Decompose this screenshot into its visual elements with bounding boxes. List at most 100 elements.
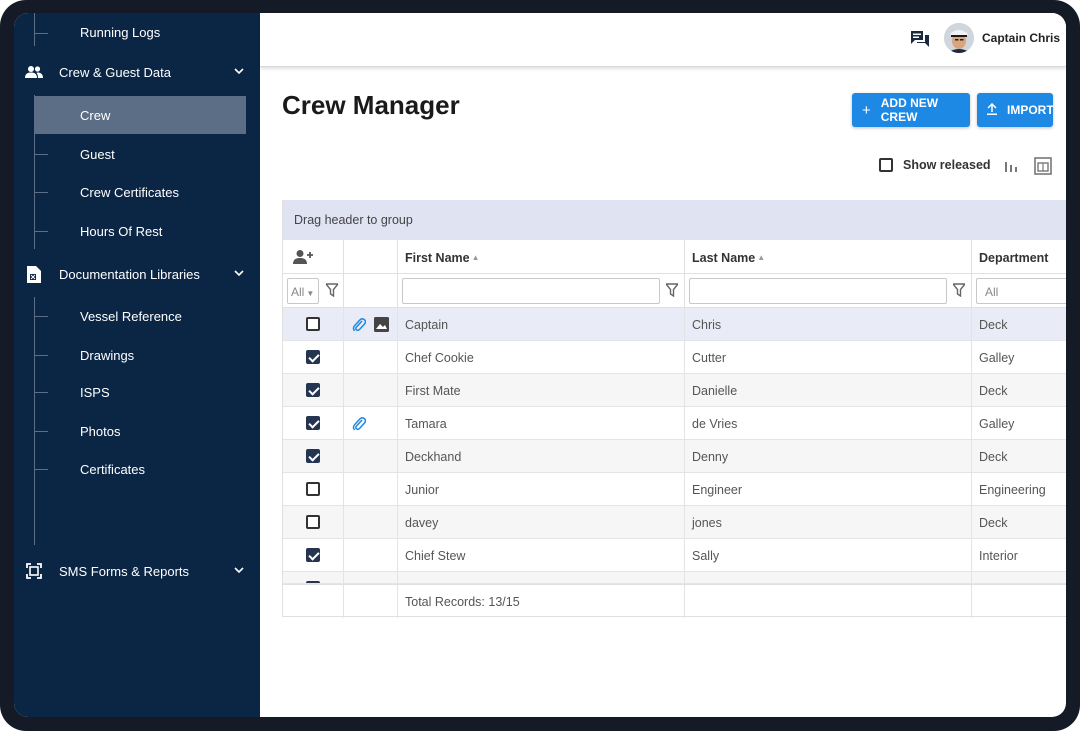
table-row[interactable] xyxy=(283,572,1066,584)
table-row[interactable]: Junior Engineer Engineering xyxy=(283,473,1066,506)
chevron-down-icon[interactable] xyxy=(234,268,244,280)
sidebar-section-documentation-libraries[interactable]: Documentation Libraries xyxy=(14,255,260,293)
chat-icon[interactable] xyxy=(910,29,930,49)
header-attachments-column xyxy=(344,240,398,274)
import-label: IMPORT xyxy=(1007,103,1054,117)
filter-icon[interactable] xyxy=(666,283,678,297)
all-filter-select[interactable]: All ▼ xyxy=(287,278,319,304)
row-checkbox[interactable] xyxy=(306,416,320,430)
sidebar-item-label: Hours Of Rest xyxy=(80,223,163,239)
sidebar-item-label: ISPS xyxy=(80,384,110,400)
row-checkbox[interactable] xyxy=(306,449,320,463)
layout-icon[interactable] xyxy=(1034,157,1052,175)
add-new-crew-button[interactable]: + ADD NEW CREW xyxy=(852,93,970,127)
row-checkbox[interactable] xyxy=(306,317,320,331)
filter-select-column: All ▼ xyxy=(283,274,344,308)
people-icon xyxy=(25,63,43,81)
first-name-cell: Chef Cookie xyxy=(398,341,685,374)
sidebar-item-crew[interactable]: Crew xyxy=(34,96,246,134)
sidebar-section-label: Documentation Libraries xyxy=(59,266,200,282)
row-checkbox[interactable] xyxy=(306,548,320,562)
upload-icon xyxy=(987,102,997,119)
row-checkbox[interactable] xyxy=(306,350,320,364)
sidebar-item-photos[interactable]: Photos xyxy=(14,412,260,450)
last-name-cell: Engineer xyxy=(685,473,972,506)
department-filter-input[interactable]: All xyxy=(976,278,1066,304)
sidebar-section-label: SMS Forms & Reports xyxy=(59,563,190,579)
row-checkbox[interactable] xyxy=(306,383,320,397)
sidebar-item-hours-of-rest[interactable]: Hours Of Rest xyxy=(14,212,260,250)
last-name-cell: Chris xyxy=(685,308,972,341)
sidebar-section-label: Crew & Guest Data xyxy=(59,64,171,80)
add-person-icon[interactable] xyxy=(293,249,314,268)
sidebar-item-guest[interactable]: Guest xyxy=(14,135,260,173)
last-name-cell: Sally xyxy=(685,539,972,572)
group-drop-area[interactable]: Drag header to group xyxy=(283,200,1066,240)
row-checkbox[interactable] xyxy=(306,515,320,529)
filter-attachments-column xyxy=(344,274,398,308)
paperclip-icon[interactable] xyxy=(352,317,366,333)
paperclip-icon[interactable] xyxy=(352,416,366,432)
sidebar-item-label: Photos xyxy=(80,423,121,439)
last-name-cell: jones xyxy=(685,506,972,539)
header-last-name-label: Last Name xyxy=(692,251,756,265)
sidebar-item-isps[interactable]: ISPS xyxy=(14,373,260,411)
table-row[interactable]: Deckhand Denny Deck xyxy=(283,440,1066,473)
sidebar-item-label: Running Logs xyxy=(80,24,161,40)
add-new-crew-label: ADD NEW CREW xyxy=(880,96,939,124)
sidebar-item-drawings[interactable]: Drawings xyxy=(14,336,260,374)
sidebar-item-label: Crew Certificates xyxy=(80,184,179,200)
table-row[interactable]: Captain Chris Deck xyxy=(283,308,1066,341)
last-name-cell: Cutter xyxy=(685,341,972,374)
scan-icon xyxy=(25,562,43,580)
show-released-checkbox[interactable] xyxy=(879,158,893,172)
chevron-down-icon: ▼ xyxy=(306,289,315,298)
first-name-cell: Tamara xyxy=(398,407,685,440)
table-row[interactable]: davey jones Deck xyxy=(283,506,1066,539)
row-checkbox[interactable] xyxy=(306,482,320,496)
department-filter-placeholder: All xyxy=(985,285,999,299)
last-name-filter-input[interactable] xyxy=(689,278,947,304)
table-row[interactable]: Chief Stew Sally Interior xyxy=(283,539,1066,572)
show-released-toggle[interactable]: Show released xyxy=(879,158,991,172)
sidebar-item-label: Vessel Reference xyxy=(80,308,182,324)
header-department[interactable]: Department xyxy=(972,240,1066,274)
first-name-cell: davey xyxy=(398,506,685,539)
bar-chart-icon[interactable] xyxy=(1002,157,1020,175)
department-cell: Interior xyxy=(979,549,1018,563)
sidebar-section-sms-forms-reports[interactable]: SMS Forms & Reports xyxy=(14,552,260,590)
total-records: Total Records: 13/15 xyxy=(398,585,685,618)
last-name-cell: Denny xyxy=(685,440,972,473)
table-row[interactable]: Chef Cookie Cutter Galley xyxy=(283,341,1066,374)
header-last-name[interactable]: Last Name ▲ xyxy=(685,240,972,274)
sidebar-item-crew-certificates[interactable]: Crew Certificates xyxy=(14,173,260,211)
image-icon[interactable] xyxy=(374,317,389,332)
table-row[interactable]: Tamara de Vries Galley xyxy=(283,407,1066,440)
user-name[interactable]: Captain Chris xyxy=(982,31,1060,45)
header-select-column[interactable] xyxy=(283,240,344,274)
grid-footer: Total Records: 13/15 xyxy=(283,584,1066,618)
sidebar-item-label: Certificates xyxy=(80,461,146,477)
table-row[interactable]: First Mate Danielle Deck xyxy=(283,374,1066,407)
first-name-cell: Chief Stew xyxy=(398,539,685,572)
sidebar-section-crew-guest-data[interactable]: Crew & Guest Data xyxy=(14,53,260,91)
page-title: Crew Manager xyxy=(282,90,460,120)
sort-icon[interactable]: ▲ xyxy=(472,253,480,262)
first-name-cell: Junior xyxy=(398,473,685,506)
sort-icon[interactable]: ▲ xyxy=(757,253,765,262)
import-button[interactable]: IMPORT xyxy=(977,93,1054,127)
department-cell: Deck xyxy=(979,516,1008,530)
filter-icon[interactable] xyxy=(953,283,965,297)
sidebar-item-label: Drawings xyxy=(80,347,135,363)
header-first-name[interactable]: First Name ▲ xyxy=(398,240,685,274)
filter-icon[interactable] xyxy=(326,283,338,297)
sidebar-item-vessel-reference[interactable]: Vessel Reference xyxy=(14,297,260,335)
avatar[interactable] xyxy=(944,23,974,53)
header-department-label: Department xyxy=(979,251,1049,265)
department-cell: Deck xyxy=(979,318,1008,332)
sidebar-item-certificates[interactable]: Certificates xyxy=(14,450,260,488)
sidebar-item-running-logs[interactable]: Running Logs xyxy=(14,13,260,51)
chevron-down-icon[interactable] xyxy=(234,66,244,78)
chevron-down-icon[interactable] xyxy=(234,565,244,577)
first-name-filter-input[interactable] xyxy=(402,278,660,304)
